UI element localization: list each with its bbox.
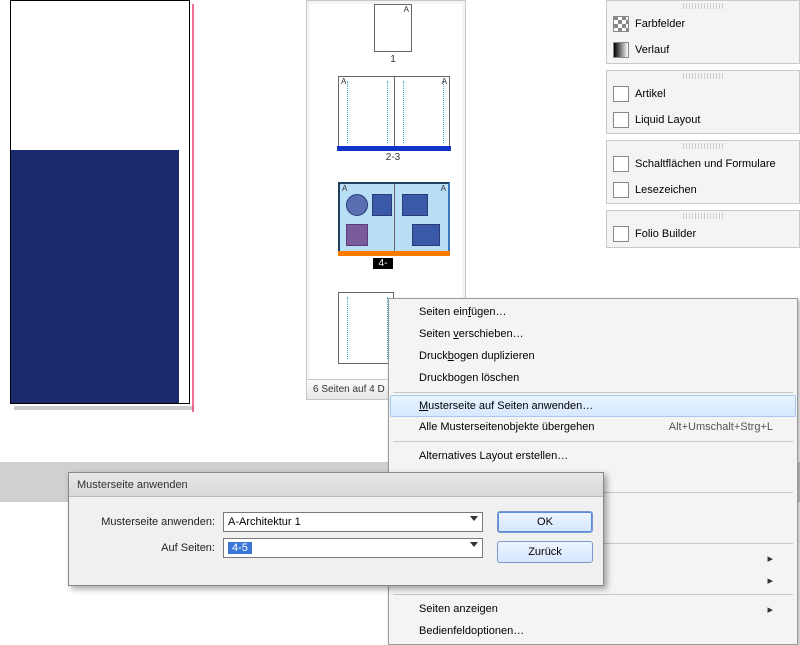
menu-seiten-anzeigen[interactable]: Seiten anzeigen ▸ xyxy=(391,598,795,620)
page-thumb-1[interactable]: A xyxy=(374,4,412,52)
menu-label: Musterseite auf Seiten anwenden… xyxy=(419,400,593,412)
back-button[interactable]: Zurück xyxy=(497,541,593,563)
button-label: OK xyxy=(537,516,553,528)
bleed-edge xyxy=(192,4,194,412)
menu-seiten-einfuegen[interactable]: Seiten einfügen… xyxy=(391,301,795,323)
page-shadow xyxy=(14,406,194,410)
panel-grip[interactable] xyxy=(683,3,723,9)
panel-label: Verlauf xyxy=(635,44,669,56)
combo-auf-seiten[interactable]: 4-5 xyxy=(223,538,483,558)
combo-value-selected: 4-5 xyxy=(228,542,252,554)
panel-group[interactable]: Artikel Liquid Layout xyxy=(606,70,800,134)
menu-separator xyxy=(393,441,793,442)
panel-artikel[interactable]: Artikel xyxy=(607,81,799,107)
menu-alt-layout[interactable]: Alternatives Layout erstellen… xyxy=(391,445,795,467)
panel-grip[interactable] xyxy=(683,213,723,219)
panel-liquid-layout[interactable]: Liquid Layout xyxy=(607,107,799,133)
panel-group[interactable]: Farbfelder Verlauf xyxy=(606,0,800,64)
page-content-block xyxy=(11,150,179,403)
button-label: Zurück xyxy=(528,546,562,558)
chevron-down-icon xyxy=(470,542,478,547)
spread-thumb-4-5-selected[interactable]: A A xyxy=(338,182,450,254)
panel-grip[interactable] xyxy=(683,73,723,79)
label-musterseite: Musterseite anwenden: xyxy=(79,516,215,528)
menu-label: Seiten anzeigen xyxy=(419,603,498,615)
panel-lesezeichen[interactable]: Lesezeichen xyxy=(607,177,799,203)
submenu-arrow-icon: ▸ xyxy=(767,552,773,565)
panel-label: Folio Builder xyxy=(635,228,696,240)
panel-group[interactable]: Folio Builder xyxy=(606,210,800,248)
panel-label: Farbfelder xyxy=(635,18,685,30)
combo-musterseite[interactable]: A-Architektur 1 xyxy=(223,512,483,532)
page-label: 2-3 xyxy=(373,152,413,163)
shape-circle xyxy=(346,194,368,216)
dialog-title: Musterseite anwenden xyxy=(69,473,603,497)
folio-icon xyxy=(613,226,629,242)
panel-label: Lesezeichen xyxy=(635,184,697,196)
swatches-icon xyxy=(613,16,629,32)
panel-folio-builder[interactable]: Folio Builder xyxy=(607,221,799,247)
article-icon xyxy=(613,86,629,102)
menu-separator xyxy=(393,392,793,393)
menu-label: Druckbogen duplizieren xyxy=(419,350,535,362)
menu-label: Seiten einfügen… xyxy=(419,306,506,318)
master-badge: A xyxy=(441,184,446,193)
panel-label: Liquid Layout xyxy=(635,114,700,126)
gradient-icon xyxy=(613,42,629,58)
menu-druckbogen-duplizieren[interactable]: Druckbogen duplizieren xyxy=(391,345,795,367)
master-badge: A xyxy=(341,77,346,86)
page-label-selected: 4- xyxy=(373,258,393,269)
panel-group[interactable]: Schaltflächen und Formulare Lesezeichen xyxy=(606,140,800,204)
menu-seiten-verschieben[interactable]: Seiten verschieben… xyxy=(391,323,795,345)
shape-rect xyxy=(372,194,392,216)
panel-grip[interactable] xyxy=(683,143,723,149)
panel-dock: Farbfelder Verlauf Artikel Liquid Layout… xyxy=(606,0,800,254)
submenu-arrow-icon: ▸ xyxy=(767,574,773,587)
shape-rect xyxy=(402,194,428,216)
menu-separator xyxy=(393,594,793,595)
menu-musterseite-anwenden[interactable]: Musterseite auf Seiten anwenden… xyxy=(390,395,796,417)
color-label-bar xyxy=(338,251,450,256)
menu-druckbogen-loeschen[interactable]: Druckbogen löschen xyxy=(391,367,795,389)
panel-schaltflaechen[interactable]: Schaltflächen und Formulare xyxy=(607,151,799,177)
panel-farbfelder[interactable]: Farbfelder xyxy=(607,11,799,37)
master-badge: A xyxy=(442,77,447,86)
chevron-down-icon xyxy=(470,516,478,521)
page-label: 1 xyxy=(373,54,413,65)
document-canvas xyxy=(0,0,190,430)
bookmark-icon xyxy=(613,182,629,198)
color-label-bar xyxy=(337,146,451,151)
menu-label: Alle Musterseitenobjekte übergehen xyxy=(419,421,595,433)
liquid-layout-icon xyxy=(613,112,629,128)
panel-label: Artikel xyxy=(635,88,666,100)
menu-label: Druckbogen löschen xyxy=(419,372,519,384)
menu-alle-uebergehen[interactable]: Alle Musterseitenobjekte übergehen Alt+Um… xyxy=(391,416,795,438)
shape-rect xyxy=(412,224,440,246)
submenu-arrow-icon: ▸ xyxy=(767,603,773,616)
combo-value: A-Architektur 1 xyxy=(228,516,301,528)
panel-label: Schaltflächen und Formulare xyxy=(635,158,776,170)
menu-bedienfeldoptionen[interactable]: Bedienfeldoptionen… xyxy=(391,620,795,642)
master-badge: A xyxy=(404,5,409,14)
ok-button[interactable]: OK xyxy=(497,511,593,533)
forms-icon xyxy=(613,156,629,172)
menu-label: Bedienfeldoptionen… xyxy=(419,625,524,637)
menu-label: Alternatives Layout erstellen… xyxy=(419,450,568,462)
spread-thumb-2-3[interactable]: A A xyxy=(338,76,450,148)
panel-verlauf[interactable]: Verlauf xyxy=(607,37,799,63)
label-auf-seiten: Auf Seiten: xyxy=(79,542,215,554)
dialog-musterseite-anwenden: Musterseite anwenden Musterseite anwende… xyxy=(68,472,604,586)
master-badge: A xyxy=(342,184,347,193)
menu-shortcut: Alt+Umschalt+Strg+L xyxy=(669,421,773,433)
shape-square xyxy=(346,224,368,246)
page-thumb-partial[interactable] xyxy=(338,292,394,364)
menu-label: Seiten verschieben… xyxy=(419,328,524,340)
